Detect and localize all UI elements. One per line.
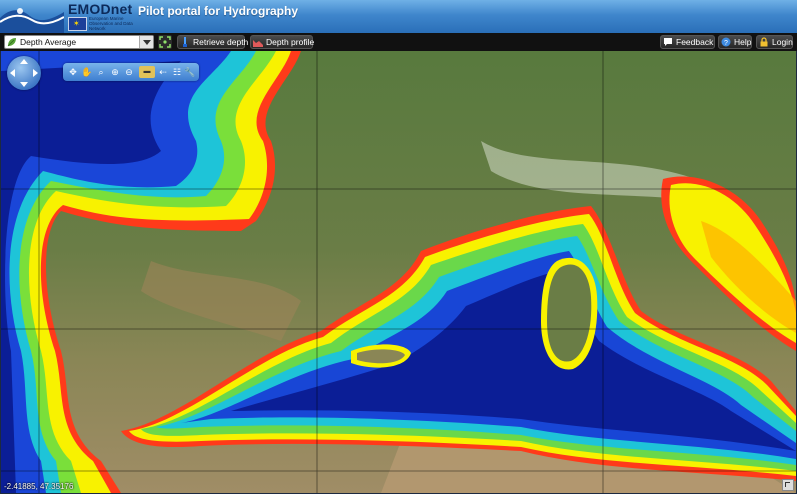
page-title: Pilot portal for Hydrography (138, 4, 299, 18)
retrieve-depth-button[interactable]: Retrieve depth (177, 35, 249, 49)
map-canvas (1, 51, 796, 493)
zoom-in-icon[interactable]: ⊕ (109, 66, 121, 78)
logo-subtitle: European Marine Observation and Data Net… (89, 16, 133, 31)
svg-text:?: ? (724, 40, 728, 47)
zoom-out-icon[interactable]: ⊖ (123, 66, 135, 78)
pan-control[interactable] (7, 56, 41, 90)
speech-bubble-icon (664, 38, 672, 46)
bathymetry-map[interactable]: ✥ ✋ ⌕ ⊕ ⊖ ▬ ⇠ ☷ 🔧 -2.41885, 47.35176 (1, 51, 796, 493)
chevron-down-icon[interactable] (139, 36, 153, 48)
measure-icon[interactable]: ▬ (139, 66, 155, 78)
overview-toggle-icon[interactable] (782, 479, 794, 491)
emodnet-logo-icon (0, 8, 64, 33)
help-icon: ? (721, 37, 731, 47)
info-icon[interactable]: 🔧 (184, 66, 196, 78)
pan-east-icon[interactable] (33, 69, 38, 77)
layer-select-value: Depth Average (20, 37, 77, 47)
lock-icon (760, 37, 768, 47)
help-button[interactable]: ? Help (718, 35, 752, 49)
retrieve-depth-label: Retrieve depth (193, 37, 249, 47)
depth-profile-label: Depth profile (266, 37, 315, 47)
legend-icon[interactable]: ☷ (171, 66, 183, 78)
help-label: Help (734, 37, 752, 47)
logo-name: EMODnet (68, 1, 133, 17)
previous-icon[interactable]: ⇠ (157, 66, 169, 78)
login-button[interactable]: Login (756, 35, 793, 49)
depth-profile-button[interactable]: Depth profile (250, 35, 315, 49)
feedback-label: Feedback (676, 37, 714, 47)
zoom-box-icon[interactable]: ⌕ (95, 66, 107, 78)
login-label: Login (772, 37, 793, 47)
pan-tool-icon[interactable]: ✥ (67, 66, 79, 78)
leaf-icon (7, 38, 16, 47)
coordinate-readout: -2.41885, 47.35176 (4, 482, 74, 491)
profile-chart-icon (253, 40, 263, 47)
hand-icon[interactable]: ✋ (81, 66, 93, 78)
depth-gauge-icon (183, 37, 187, 47)
app-header: EMODnet ✶ European Marine Observation an… (0, 0, 797, 33)
map-tools: ✥ ✋ ⌕ ⊕ ⊖ ▬ ⇠ ☷ 🔧 (63, 63, 199, 81)
pan-north-icon[interactable] (20, 59, 28, 64)
feedback-button[interactable]: Feedback (660, 35, 715, 49)
layer-select[interactable]: Depth Average (4, 35, 154, 49)
eu-flag-icon: ✶ (68, 17, 87, 31)
zoom-to-extent-icon[interactable] (158, 35, 172, 49)
pan-south-icon[interactable] (20, 82, 28, 87)
pan-west-icon[interactable] (10, 69, 15, 77)
